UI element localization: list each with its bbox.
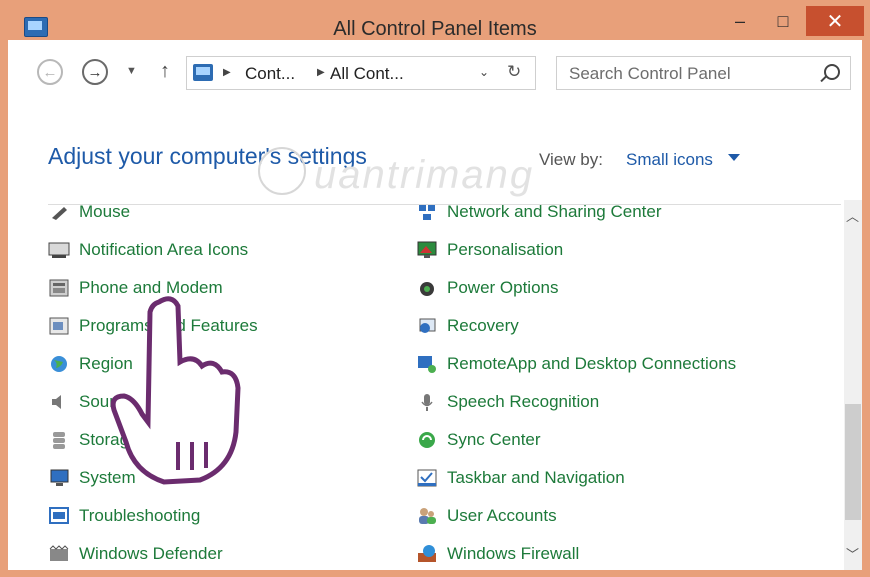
list-item-windows-defender[interactable]: Windows Defender bbox=[48, 539, 223, 569]
storage-icon bbox=[48, 430, 70, 450]
list-item-user-accounts[interactable]: User Accounts bbox=[416, 501, 557, 531]
mouse-icon bbox=[48, 202, 70, 222]
list-item-windows-firewall[interactable]: Windows Firewall bbox=[416, 539, 579, 569]
list-item-label: Notification Area Icons bbox=[79, 240, 249, 259]
sync-icon bbox=[416, 430, 438, 450]
back-arrow-icon: ← bbox=[42, 63, 58, 81]
list-item-label: Region bbox=[79, 354, 133, 373]
list-item-label: Sync Center bbox=[447, 430, 541, 449]
list-item-phone-and-modem[interactable]: Phone and Modem bbox=[48, 273, 223, 303]
power-options-icon bbox=[416, 278, 438, 298]
page-title: Adjust your computer's settings bbox=[48, 143, 367, 169]
list-item-label: RemoteApp and Desktop Connections bbox=[447, 354, 737, 373]
scroll-down-chevron-icon[interactable]: ﹀ bbox=[846, 544, 859, 563]
recent-locations-chevron-icon[interactable]: ▼ bbox=[126, 65, 137, 77]
maximize-button[interactable]: □ bbox=[763, 6, 803, 36]
search-icon[interactable] bbox=[824, 64, 840, 80]
refresh-icon[interactable]: ↻ bbox=[507, 62, 521, 82]
defender-wall-icon bbox=[48, 544, 70, 564]
list-item-mouse[interactable]: Mouse bbox=[48, 197, 130, 227]
list-item-label: Storag bbox=[79, 430, 130, 449]
list-item-label: Sound bbox=[79, 392, 129, 411]
vertical-scrollbar[interactable]: ︿ ﹀ bbox=[844, 200, 862, 570]
list-item-label: User Accounts bbox=[447, 506, 557, 525]
scrollbar-thumb[interactable] bbox=[845, 404, 861, 520]
breadcrumb-separator-icon: ▶ bbox=[317, 67, 325, 78]
taskbar-icon bbox=[416, 468, 438, 488]
up-arrow-button[interactable]: ↑ bbox=[160, 60, 170, 83]
remoteapp-icon bbox=[416, 354, 438, 374]
list-item-label: Speech Recognition bbox=[447, 392, 600, 411]
list-item-label: Taskbar and Navigation bbox=[447, 468, 625, 487]
list-item-sound[interactable]: Sound bbox=[48, 387, 128, 417]
microphone-icon bbox=[416, 392, 438, 412]
list-item-label: Personalisation bbox=[447, 240, 564, 259]
address-dropdown-chevron-icon[interactable]: ⌄ bbox=[479, 65, 489, 79]
system-monitor-icon bbox=[48, 468, 70, 488]
close-button[interactable]: ✕ bbox=[806, 6, 864, 36]
list-item-network-and-sharing-center[interactable]: Network and Sharing Center bbox=[416, 197, 662, 227]
personalisation-icon bbox=[416, 240, 438, 260]
list-item-label: Troubleshooting bbox=[79, 506, 201, 525]
search-box[interactable] bbox=[556, 56, 851, 91]
list-item-system[interactable]: System bbox=[48, 463, 136, 493]
list-item-power-options[interactable]: Power Options bbox=[416, 273, 559, 303]
list-item-label: Programs and Features bbox=[79, 316, 258, 335]
list-item-taskbar-and-navigation[interactable]: Taskbar and Navigation bbox=[416, 463, 625, 493]
troubleshooting-icon bbox=[48, 506, 70, 526]
list-item-recovery[interactable]: Recovery bbox=[416, 311, 519, 341]
list-item-region[interactable]: Region bbox=[48, 349, 133, 379]
list-item-label: Power Options bbox=[447, 278, 559, 297]
programs-features-icon bbox=[48, 316, 70, 336]
network-icon bbox=[416, 202, 438, 222]
list-item-label: Recovery bbox=[447, 316, 519, 335]
window-frame: All Control Panel Items – □ ✕ ← → ▼ ↑ ▶ … bbox=[0, 0, 870, 577]
list-item-label: Windows Defender bbox=[79, 544, 223, 563]
list-item-troubleshooting[interactable]: Troubleshooting bbox=[48, 501, 200, 531]
notification-area-icon bbox=[48, 240, 70, 260]
list-item-notification-area-icons[interactable]: Notification Area Icons bbox=[48, 235, 248, 265]
region-globe-icon bbox=[48, 354, 70, 374]
scroll-up-chevron-icon[interactable]: ︿ bbox=[846, 206, 859, 225]
list-item-remoteapp-and-desktop-connections[interactable]: RemoteApp and Desktop Connections bbox=[416, 349, 736, 379]
phone-modem-icon bbox=[48, 278, 70, 298]
control-panel-icon bbox=[193, 64, 213, 81]
speaker-icon bbox=[48, 392, 70, 412]
firewall-icon bbox=[416, 544, 438, 564]
list-item-personalisation[interactable]: Personalisation bbox=[416, 235, 563, 265]
list-item-sync-center[interactable]: Sync Center bbox=[416, 425, 541, 455]
list-item-label: Windows Firewall bbox=[447, 544, 580, 563]
list-item-label: Phone and Modem bbox=[79, 278, 223, 297]
list-item-label: Mouse bbox=[79, 202, 131, 221]
back-button[interactable]: ← bbox=[37, 59, 63, 85]
list-item-storage[interactable]: Storag bbox=[48, 425, 129, 455]
user-accounts-icon bbox=[416, 506, 438, 526]
minimize-button[interactable]: – bbox=[720, 6, 760, 36]
breadcrumb-all-items[interactable]: All Cont... bbox=[330, 64, 404, 84]
view-by-chevron-icon[interactable] bbox=[728, 154, 740, 161]
view-by-label: View by: bbox=[539, 150, 603, 169]
list-item-speech-recognition[interactable]: Speech Recognition bbox=[416, 387, 599, 417]
view-by-dropdown[interactable]: Small icons bbox=[626, 150, 713, 170]
forward-arrow-icon: → bbox=[87, 63, 103, 81]
address-bar[interactable]: ▶ Cont... ▶ All Cont... ⌄ ↻ bbox=[186, 56, 536, 90]
list-item-label: Network and Sharing Center bbox=[447, 202, 662, 221]
breadcrumb-control-panel[interactable]: Cont... bbox=[245, 64, 295, 84]
navigation-bar: ← → ▼ ↑ ▶ Cont... ▶ All Cont... ⌄ ↻ bbox=[8, 40, 862, 120]
breadcrumb-separator-icon: ▶ bbox=[223, 67, 231, 78]
forward-button[interactable]: → bbox=[82, 59, 108, 85]
search-input[interactable] bbox=[557, 57, 831, 91]
window-content: ← → ▼ ↑ ▶ Cont... ▶ All Cont... ⌄ ↻ Adju… bbox=[8, 40, 862, 570]
list-item-programs-and-features[interactable]: Programs and Features bbox=[48, 311, 258, 341]
list-item-label: System bbox=[79, 468, 136, 487]
recovery-icon bbox=[416, 316, 438, 336]
control-panel-items-list: Mouse Notification Area Icons Phone and … bbox=[8, 200, 842, 570]
